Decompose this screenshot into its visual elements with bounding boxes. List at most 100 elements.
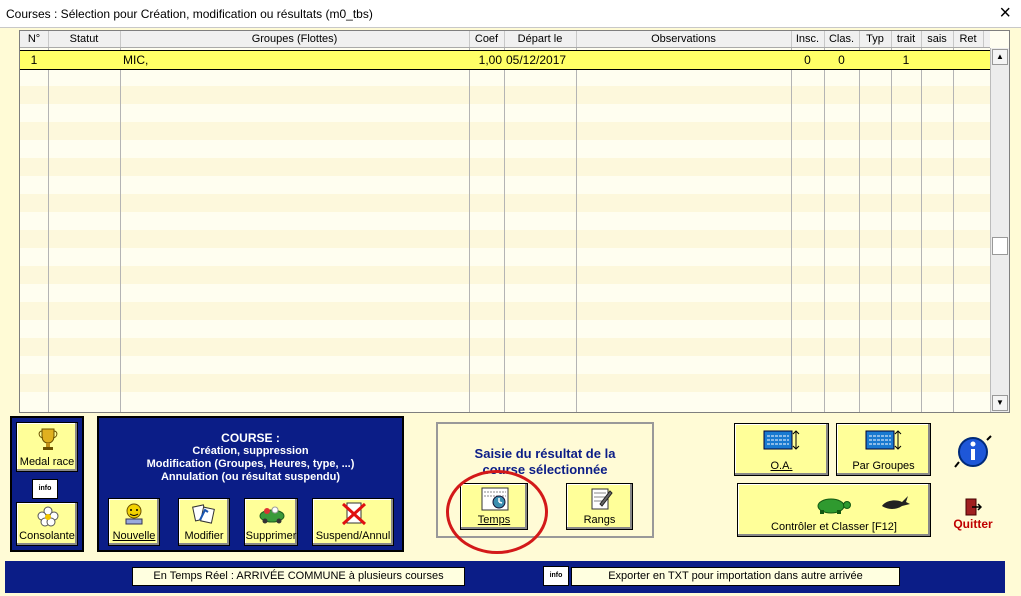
cell-groupes: MIC, <box>123 53 149 67</box>
col-header-groupes[interactable]: Groupes (Flottes) <box>120 31 470 47</box>
column-divider <box>48 48 49 412</box>
trash-car-icon <box>259 506 285 524</box>
cell-num: 1 <box>30 53 38 67</box>
cell-sais <box>921 51 953 69</box>
medal-race-label: Medal race <box>19 456 75 468</box>
grid-header: N° Statut Groupes (Flottes) Coef Départ … <box>20 31 990 48</box>
trophy-icon <box>38 428 58 450</box>
scroll-thumb[interactable] <box>992 237 1008 255</box>
rabbit-icon <box>882 496 910 509</box>
temps-button[interactable]: Temps <box>460 483 528 530</box>
course-title-line: COURSE : <box>221 431 280 445</box>
col-header-sais[interactable]: sais <box>921 31 954 47</box>
column-divider <box>953 48 954 412</box>
empty-row <box>20 374 990 392</box>
col-header-depart[interactable]: Départ le <box>504 31 577 47</box>
cell-ret <box>953 51 983 69</box>
window-title: Courses : Sélection pour Création, modif… <box>6 7 373 21</box>
oa-label: O.A. <box>770 460 793 472</box>
info-icon[interactable]: info <box>32 479 58 499</box>
oa-button[interactable]: O.A. <box>734 423 829 476</box>
col-header-insc[interactable]: Insc. <box>791 31 825 47</box>
col-header-typ[interactable]: Typ <box>859 31 892 47</box>
suspend-annul-label: Suspend/Annul <box>315 530 391 542</box>
par-groupes-label: Par Groupes <box>852 460 915 472</box>
turtle-icon <box>817 498 851 514</box>
column-divider <box>469 48 470 412</box>
consolante-button[interactable]: Consolante <box>16 502 78 546</box>
empty-row <box>20 122 990 140</box>
column-divider <box>120 48 121 412</box>
column-divider <box>891 48 892 412</box>
cell-typ <box>859 51 891 69</box>
column-divider <box>504 48 505 412</box>
course-panel-heading: COURSE : Création, suppression Modificat… <box>99 432 402 484</box>
rangs-button[interactable]: Rangs <box>566 483 633 530</box>
supprimer-label: Supprimer <box>245 530 297 542</box>
col-header-ret[interactable]: Ret <box>953 31 984 47</box>
column-divider <box>859 48 860 412</box>
modifier-label: Modifier <box>184 530 224 542</box>
col-header-num[interactable]: N° <box>20 31 49 47</box>
col-header-statut[interactable]: Statut <box>48 31 121 47</box>
empty-row <box>20 302 990 320</box>
exporter-txt-button[interactable]: Exporter en TXT pour importation dans au… <box>571 567 900 586</box>
cell-insc: 0 <box>804 53 811 67</box>
courses-grid[interactable]: N° Statut Groupes (Flottes) Coef Départ … <box>19 30 1010 413</box>
medal-race-button[interactable]: Medal race <box>16 422 78 472</box>
col-header-clas[interactable]: Clas. <box>824 31 860 47</box>
empty-row <box>20 86 990 104</box>
modifier-button[interactable]: Modifier <box>178 498 230 546</box>
cell-statut <box>50 51 118 69</box>
person-new-icon <box>125 503 143 525</box>
quitter-label: Quitter <box>953 517 993 531</box>
stopwatch-icon <box>481 487 509 511</box>
group-sort-icon <box>865 430 902 450</box>
course-panel: COURSE : Création, suppression Modificat… <box>97 416 404 552</box>
scroll-up-icon[interactable]: ▲ <box>992 49 1008 65</box>
empty-row <box>20 194 990 212</box>
help-info-icon[interactable] <box>953 432 993 472</box>
saisie-text: Saisie du résultat de la course sélectio… <box>438 446 652 478</box>
bottom-bar: En Temps Réel : ARRIVÉE COMMUNE à plusie… <box>5 561 1005 593</box>
col-header-observations[interactable]: Observations <box>576 31 792 47</box>
suspend-annul-button[interactable]: Suspend/Annul <box>312 498 394 546</box>
quitter-button[interactable]: Quitter <box>948 495 998 535</box>
saisie-text-line: course sélectionnée <box>482 462 608 477</box>
column-divider <box>791 48 792 412</box>
course-title-line: Création, suppression <box>192 445 309 457</box>
table-row[interactable]: 1 MIC, 1,00 05/12/2017 0 0 1 <box>20 50 990 70</box>
empty-row <box>20 266 990 284</box>
saisie-text-line: Saisie du résultat de la <box>474 446 616 461</box>
cancel-document-icon <box>341 502 367 526</box>
temps-reel-button[interactable]: En Temps Réel : ARRIVÉE COMMUNE à plusie… <box>132 567 465 586</box>
saisie-panel: Saisie du résultat de la course sélectio… <box>436 422 654 538</box>
list-sort-icon <box>763 430 800 450</box>
cell-clas: 0 <box>838 53 845 67</box>
nouvelle-label: Nouvelle <box>112 530 156 542</box>
info-icon[interactable]: info <box>543 566 569 586</box>
column-divider <box>824 48 825 412</box>
race-type-panel: Medal race info Consolante <box>10 416 84 552</box>
nouvelle-button[interactable]: Nouvelle <box>108 498 160 546</box>
vertical-scrollbar[interactable]: ▲ ▼ <box>990 48 1009 412</box>
par-groupes-button[interactable]: Par Groupes <box>836 423 931 476</box>
col-header-coef[interactable]: Coef <box>469 31 505 47</box>
title-bar: Courses : Sélection pour Création, modif… <box>0 0 1021 28</box>
rangs-label: Rangs <box>583 514 616 526</box>
temps-label: Temps <box>477 514 511 526</box>
scroll-down-icon[interactable]: ▼ <box>992 395 1008 411</box>
notepad-pencil-icon <box>591 488 613 510</box>
empty-row <box>20 230 990 248</box>
controler-classer-label: Contrôler et Classer [F12] <box>771 521 897 533</box>
supprimer-button[interactable]: Supprimer <box>244 498 298 546</box>
close-icon[interactable]: × <box>999 3 1011 23</box>
edit-docs-icon <box>192 504 215 524</box>
column-divider <box>576 48 577 412</box>
col-header-trait[interactable]: trait <box>891 31 922 47</box>
cell-trait: 1 <box>902 53 910 67</box>
column-divider <box>921 48 922 412</box>
exit-door-icon <box>965 498 982 516</box>
controler-classer-button[interactable]: Contrôler et Classer [F12] <box>737 483 931 537</box>
cell-depart: 05/12/2017 <box>506 53 567 67</box>
